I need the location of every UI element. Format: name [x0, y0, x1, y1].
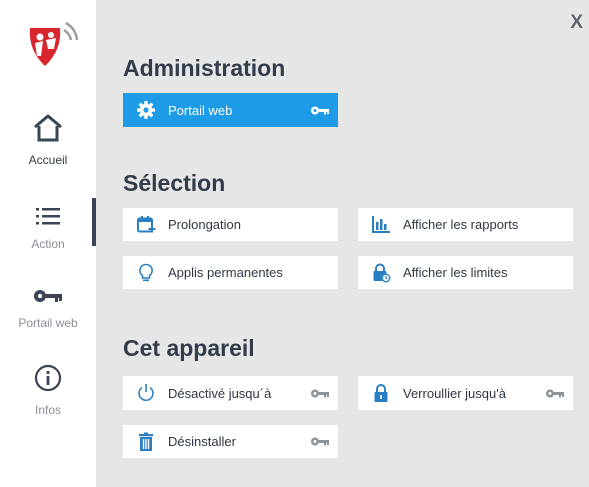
trash-icon — [135, 431, 157, 453]
prolongation-label: Prolongation — [168, 217, 241, 232]
bar-chart-icon — [370, 214, 392, 236]
uninstall-button[interactable]: Désinstaller — [123, 425, 338, 458]
nav-label-info: Infos — [34, 403, 61, 417]
permanent-apps-button[interactable]: Applis permanentes — [123, 256, 338, 289]
uninstall-label: Désinstaller — [168, 434, 236, 449]
nav-item-home[interactable]: Accueil — [0, 114, 96, 167]
power-icon — [135, 382, 157, 404]
list-icon — [0, 206, 96, 231]
lock-icon — [370, 382, 392, 404]
section-title-selection: Sélection — [123, 170, 226, 196]
portal-web-label: Portail web — [168, 102, 233, 118]
portal-web-button[interactable]: Portail web — [123, 93, 338, 127]
locked-until-label: Verroullier jusqu'à — [403, 385, 506, 401]
nav-label-home: Accueil — [28, 153, 68, 167]
prolongation-button[interactable]: Prolongation — [123, 208, 338, 241]
reports-button[interactable]: Afficher les rapports — [358, 208, 573, 241]
calendar-plus-icon — [135, 214, 157, 236]
nav-label-portal: Portail web — [18, 316, 78, 330]
nav-item-portal[interactable]: Portail web — [0, 287, 96, 330]
app-logo — [24, 20, 80, 76]
main-panel: X Administration Portail web Sélection P… — [96, 0, 589, 487]
nav-item-info[interactable]: Infos — [0, 364, 96, 417]
disabled-until-label: Désactivé jusqu´à — [168, 385, 272, 401]
sidebar: Accueil Action Portail web Infos — [0, 0, 96, 487]
limits-label: Afficher les limites — [403, 265, 508, 280]
key-icon — [310, 436, 330, 447]
nav-item-action[interactable]: Action — [0, 206, 96, 251]
limits-button[interactable]: Afficher les limites — [358, 256, 573, 289]
disabled-until-button[interactable]: Désactivé jusqu´à — [123, 376, 338, 410]
gear-icon — [135, 99, 157, 121]
info-icon — [0, 364, 96, 397]
section-title-administration: Administration — [123, 55, 286, 81]
key-icon — [310, 105, 330, 116]
lightbulb-icon — [135, 262, 157, 284]
reports-label: Afficher les rapports — [403, 217, 519, 232]
key-icon — [310, 388, 330, 399]
nav-label-action: Action — [31, 237, 65, 251]
home-icon — [0, 114, 96, 147]
lock-clock-icon — [370, 262, 392, 284]
key-icon — [545, 388, 565, 399]
key-icon — [0, 287, 96, 310]
close-button[interactable]: X — [570, 12, 583, 34]
permanent-apps-label: Applis permanentes — [168, 265, 283, 280]
section-title-device: Cet appareil — [123, 335, 255, 361]
locked-until-button[interactable]: Verroullier jusqu'à — [358, 376, 573, 410]
